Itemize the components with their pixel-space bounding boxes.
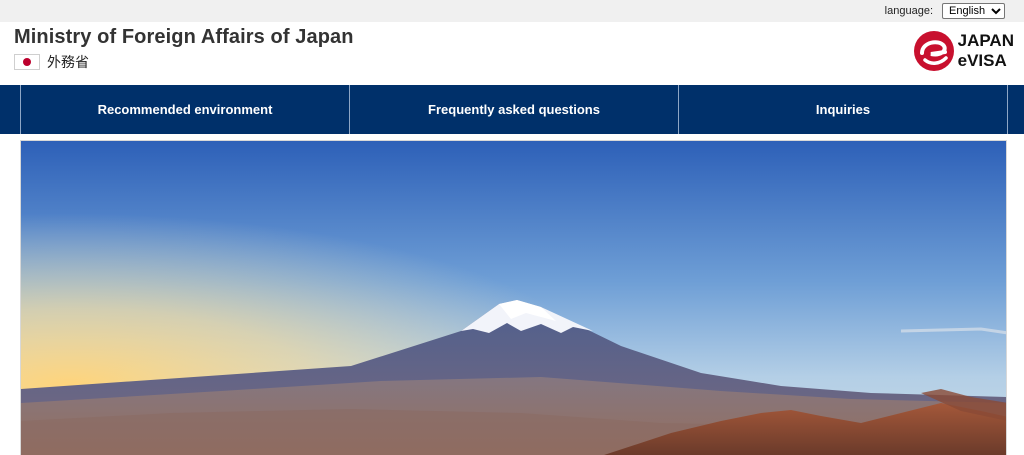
nav-faq[interactable]: Frequently asked questions — [349, 85, 678, 134]
logo-line-evisa: eVISA — [957, 51, 1007, 70]
language-label: language: — [884, 5, 933, 17]
site-header: Ministry of Foreign Affairs of Japan 外務省… — [0, 22, 1024, 85]
japan-evisa-logo[interactable]: JAPAN eVISA — [913, 30, 1014, 72]
hero-image — [20, 140, 1007, 455]
ministry-subtitle: 外務省 — [14, 52, 354, 72]
ministry-title[interactable]: Ministry of Foreign Affairs of Japan — [14, 26, 354, 49]
ministry-japanese-name: 外務省 — [47, 55, 89, 71]
evisa-logo-icon — [913, 31, 954, 71]
mount-fuji-image — [21, 141, 1006, 455]
main-navigation: Recommended environment Frequently asked… — [0, 85, 1024, 134]
logo-line-japan: JAPAN — [957, 31, 1014, 50]
ministry-branding[interactable]: Ministry of Foreign Affairs of Japan 外務省 — [14, 26, 354, 72]
top-utility-bar: language: English — [0, 0, 1024, 22]
nav-inquiries[interactable]: Inquiries — [678, 85, 1008, 134]
japan-flag-icon — [14, 54, 40, 70]
language-select[interactable]: English — [942, 3, 1005, 19]
evisa-logo-text: JAPAN eVISA — [958, 31, 1014, 71]
nav-recommended-environment[interactable]: Recommended environment — [20, 85, 349, 134]
